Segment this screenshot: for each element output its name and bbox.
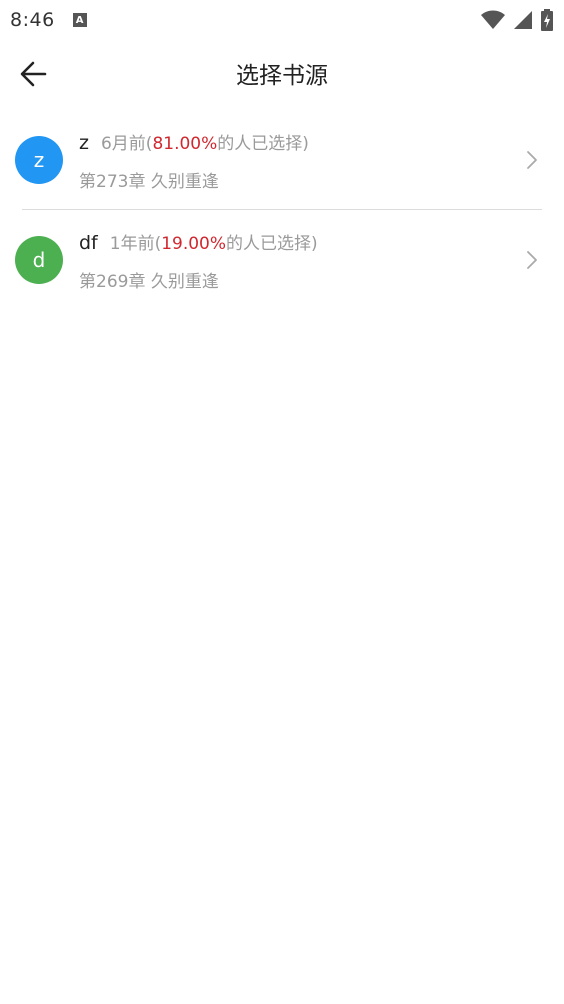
select-percent: 19.00%	[161, 233, 227, 254]
status-time: 8:46	[10, 9, 55, 31]
latest-chapter: 第269章 久别重逢	[79, 271, 219, 292]
avatar-letter: d	[32, 248, 46, 272]
chevron-right-icon	[527, 151, 537, 169]
avatar: z	[15, 136, 63, 184]
status-right	[480, 9, 554, 31]
select-percent: 81.00%	[152, 133, 218, 154]
a-icon: A	[72, 13, 87, 27]
source-name: df	[79, 231, 98, 254]
source-text: df 1年前(19.00%的人已选择) 第269章 久别重逢	[79, 229, 318, 292]
source-meta: 1年前(19.00%的人已选择)	[110, 229, 318, 254]
battery-icon	[541, 9, 553, 31]
source-meta: 6月前(81.00%的人已选择)	[101, 129, 309, 154]
select-suffix: 的人已选择)	[217, 133, 309, 154]
source-name: z	[79, 131, 89, 154]
source-row[interactable]: d df 1年前(19.00%的人已选择) 第269章 久别重逢	[0, 210, 564, 310]
source-text: z 6月前(81.00%的人已选择) 第273章 久别重逢	[79, 129, 309, 192]
select-suffix: 的人已选择)	[226, 233, 318, 254]
app-bar: 选择书源	[0, 40, 564, 106]
arrow-left-icon	[20, 61, 47, 87]
signal-icon	[514, 11, 532, 29]
source-header: z 6月前(81.00%的人已选择)	[79, 129, 309, 157]
avatar-letter: z	[33, 148, 45, 172]
time-ago: 6月前(	[100, 133, 153, 154]
latest-chapter: 第273章 久别重逢	[79, 171, 219, 192]
wifi-icon	[481, 10, 505, 29]
status-bar: 8:46 A	[0, 0, 564, 40]
page-title: 选择书源	[236, 63, 328, 89]
source-row[interactable]: z z 6月前(81.00%的人已选择) 第273章 久别重逢	[0, 110, 564, 210]
source-list: z z 6月前(81.00%的人已选择) 第273章 久别重逢 d df 1年前…	[0, 110, 564, 310]
chevron-right-icon	[527, 251, 537, 269]
source-header: df 1年前(19.00%的人已选择)	[79, 229, 318, 257]
time-ago: 1年前(	[109, 233, 162, 254]
avatar: d	[15, 236, 63, 284]
back-button[interactable]	[16, 57, 50, 91]
status-left: 8:46 A	[10, 9, 87, 31]
